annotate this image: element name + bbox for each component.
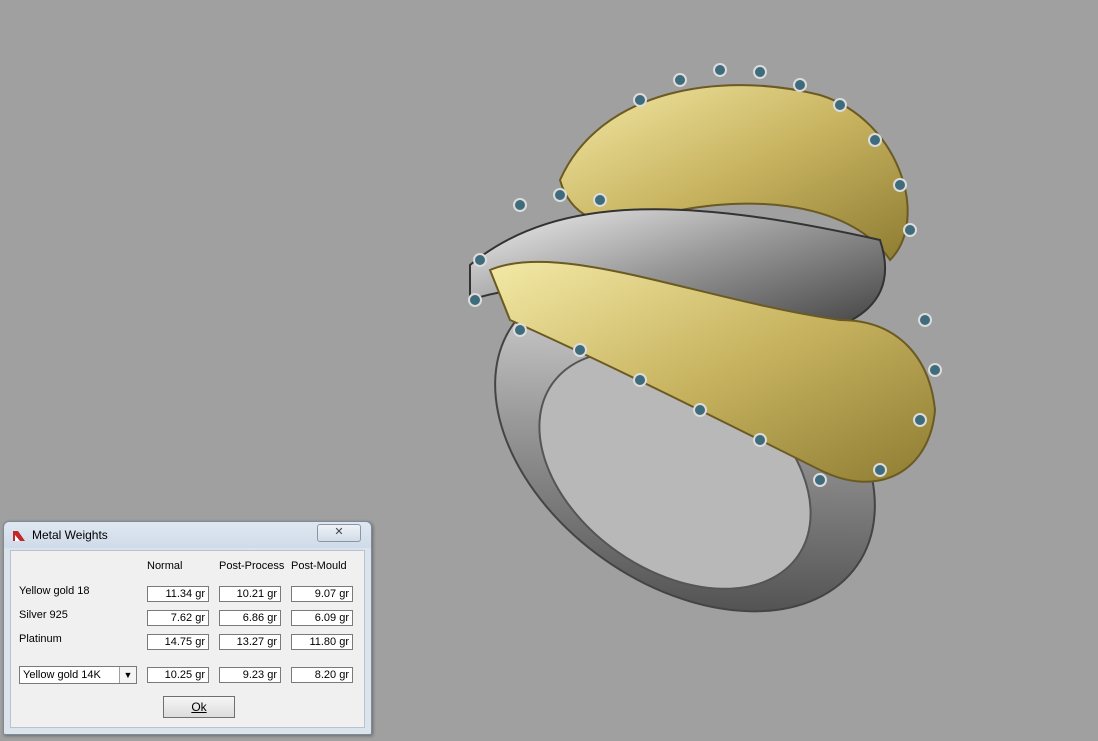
row-label-yellow-gold-18: Yellow gold 18 bbox=[19, 585, 90, 597]
field-platinum-post-mould[interactable]: 11.80 gr bbox=[291, 634, 353, 650]
field-yellow-gold-18-post-mould[interactable]: 9.07 gr bbox=[291, 586, 353, 602]
dialog-titlebar[interactable]: Metal Weights ✕ bbox=[4, 522, 371, 548]
field-platinum-post-process[interactable]: 13.27 gr bbox=[219, 634, 281, 650]
field-silver-925-normal[interactable]: 7.62 gr bbox=[147, 610, 209, 626]
field-custom-normal[interactable]: 10.25 gr bbox=[147, 667, 209, 683]
field-silver-925-post-mould[interactable]: 6.09 gr bbox=[291, 610, 353, 626]
column-header-post-process: Post-Process bbox=[219, 560, 285, 572]
field-custom-post-mould[interactable]: 8.20 gr bbox=[291, 667, 353, 683]
metal-weights-dialog: Metal Weights ✕ Normal Post-Process Post… bbox=[3, 521, 372, 735]
metal-select-value: Yellow gold 14K bbox=[23, 669, 101, 681]
row-label-platinum: Platinum bbox=[19, 633, 62, 645]
field-custom-post-process[interactable]: 9.23 gr bbox=[219, 667, 281, 683]
field-yellow-gold-18-post-process[interactable]: 10.21 gr bbox=[219, 586, 281, 602]
close-icon: ✕ bbox=[334, 526, 344, 538]
metal-select[interactable]: Yellow gold 14K ▼ bbox=[19, 666, 137, 684]
field-yellow-gold-18-normal[interactable]: 11.34 gr bbox=[147, 586, 209, 602]
close-button[interactable]: ✕ bbox=[317, 524, 361, 542]
row-label-silver-925: Silver 925 bbox=[19, 609, 68, 621]
column-header-post-mould: Post-Mould bbox=[291, 560, 347, 572]
dialog-content: Normal Post-Process Post-Mould Yellow go… bbox=[10, 550, 365, 728]
field-silver-925-post-process[interactable]: 6.86 gr bbox=[219, 610, 281, 626]
column-header-normal: Normal bbox=[147, 560, 183, 572]
dialog-title: Metal Weights bbox=[32, 528, 108, 542]
app-icon bbox=[13, 531, 25, 541]
ok-button[interactable]: Ok bbox=[163, 696, 235, 718]
chevron-down-icon[interactable]: ▼ bbox=[119, 667, 136, 683]
field-platinum-normal[interactable]: 14.75 gr bbox=[147, 634, 209, 650]
